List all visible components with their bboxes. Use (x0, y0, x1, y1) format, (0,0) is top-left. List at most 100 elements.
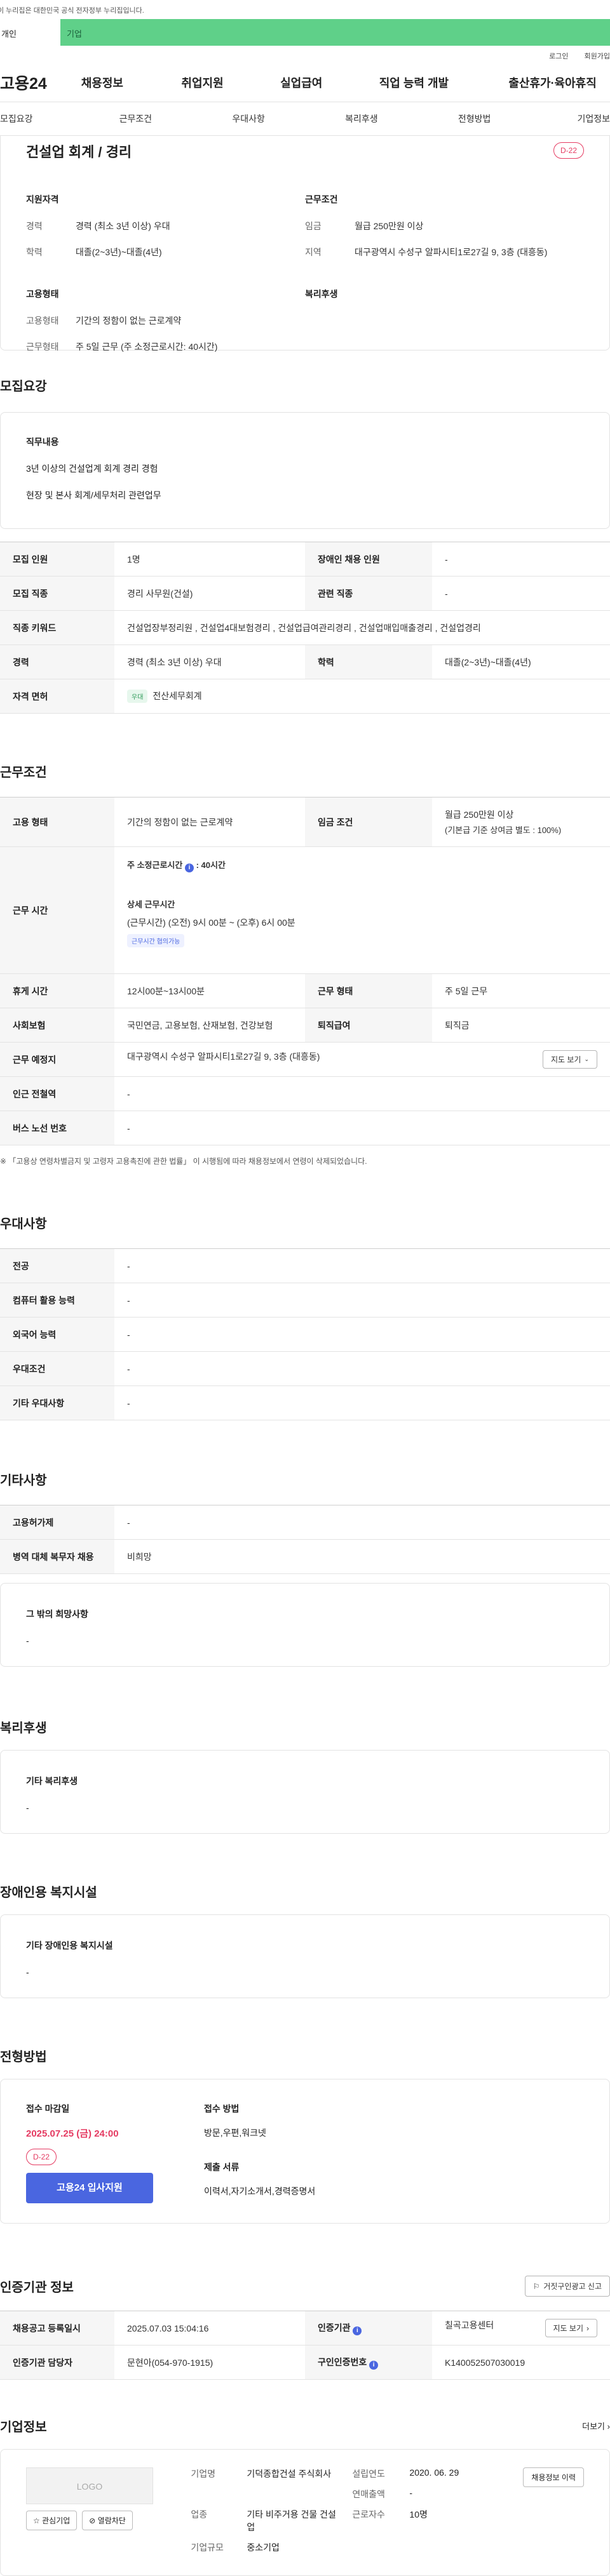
weekly-hours-value: : 40시간 (196, 860, 226, 870)
gnb-menu-jobs[interactable]: 채용정보 (81, 74, 182, 91)
table-row: 모집 인원 1명 장애인 채용 인원 - (0, 542, 610, 577)
license-label: 자격 면허 (0, 679, 114, 714)
employees-label: 근로자수 (352, 2509, 385, 2519)
area-label: 지역 (305, 247, 322, 257)
company-logo: LOGO (26, 2467, 153, 2504)
chevron-right-icon: › (586, 2323, 589, 2333)
favorite-company-button[interactable]: ☆ 관심기업 (26, 2511, 78, 2530)
wage-condition-cell: 월급 250만원 이상 (기본급 기준 상여금 별도 : 100%) (432, 797, 610, 847)
tab-person[interactable]: 개인 (0, 19, 60, 46)
employment-type-value: 기간의 정함이 없는 근로계약 (76, 316, 182, 326)
apply-button[interactable]: 고용24 입사지원 (26, 2173, 153, 2203)
detail-hours-value: (근무시간) (오전) 9시 00분 ~ (오후) 6시 00분 (127, 918, 295, 928)
employees-value: 10명 (409, 2509, 428, 2519)
break-time-value: 12시00분~13시00분 (114, 973, 305, 1008)
gnb-menu-employment-support[interactable]: 취업지원 (181, 74, 280, 91)
info-icon[interactable]: i (369, 2360, 379, 2370)
table-row: 경력 경력 (최소 3년 이상) 우대 학력 대졸(2~3년)~대졸(4년) (0, 644, 610, 679)
tab-preference[interactable]: 우대사항 (192, 112, 305, 125)
job-description-line2: 현장 및 본사 회계/세무처리 관련업무 (26, 490, 161, 500)
industry-value: 기타 비주거용 건물 건설업 (247, 2509, 336, 2532)
tab-recruit[interactable]: 모집요강 (0, 112, 79, 125)
report-icon: ⚐ (532, 2281, 540, 2291)
bus-value: - (114, 1111, 610, 1145)
keywords-label: 직종 키워드 (0, 610, 114, 645)
cert-table: 채용공고 등록일시 2025.07.03 15:04:16 인증기관 i 칠곡고… (0, 2311, 610, 2380)
tab-process[interactable]: 전형방법 (418, 112, 531, 125)
table-row: 근무 시간 주 소정근로시간 i : 40시간 상세 근무시간 (근무시간) (… (0, 846, 610, 974)
table-row: 사회보험 국민연금, 고용보험, 산재보험, 건강보험 퇴직급여 퇴직금 (0, 1008, 610, 1043)
method-value: 방문,우편,워크넷 (204, 2128, 266, 2138)
recruit-count-label: 모집 인원 (0, 542, 114, 577)
table-row: 인증기관 담당자 문현아(054-970-1915) 구인인증번호 i K140… (0, 2345, 610, 2380)
cert-org-cell: 칠곡고용센터 지도 보기 › (432, 2311, 610, 2346)
utility-links: 로그인 회원가입 (0, 46, 610, 63)
subway-label: 인근 전철역 (0, 1076, 114, 1111)
process-card: 접수 마감일 2025.07.25 (금) 24:00 D-22 고용24 입사… (0, 2079, 610, 2224)
career-label: 경력 (26, 221, 43, 231)
table-row: 모집 직종 경리 사무원(건설) 관련 직종 - (0, 576, 610, 611)
info-icon[interactable]: i (184, 864, 194, 872)
employment-type-heading: 고용형태 (26, 289, 59, 299)
work-permit-label: 고용허가제 (0, 1505, 114, 1540)
related-job-label: 관련 직종 (305, 576, 432, 611)
language-label: 외국어 능력 (0, 1317, 114, 1352)
other-preference-value: - (114, 1385, 610, 1420)
company-size-value: 중소기업 (247, 2542, 280, 2553)
report-fake-ad-button[interactable]: ⚐ 거짓구인광고 신고 (524, 2276, 610, 2297)
career-row-label: 경력 (0, 644, 114, 679)
deadline-value: 2025.07.25 (금) 24:00 (26, 2128, 119, 2139)
other-preference-label: 기타 우대사항 (0, 1385, 114, 1420)
global-nav: 고용24 채용정보 취업지원 실업급여 직업 능력 개발 출산휴가·육아휴직 (0, 63, 610, 102)
disabled-facility-label: 기타 장애인용 복지시설 (26, 1940, 113, 1951)
etc-table: 고용허가제 - 병역 대체 복무자 채용 비희망 (0, 1505, 610, 1574)
gov-notice: 이 누리집은 대한민국 공식 전자정부 누리집입니다. (0, 0, 610, 19)
staff-value: 문현아(054-970-1915) (114, 2345, 305, 2380)
table-row: 전공 - (0, 1248, 610, 1283)
education-value: 대졸(2~3년)~대졸(4년) (76, 247, 162, 257)
recruit-count-value: 1명 (114, 542, 305, 577)
job-description-label: 직무내용 (26, 437, 59, 447)
insurance-value: 국민연금, 고용보험, 산재보험, 건강보험 (114, 1008, 305, 1043)
tab-work-conditions[interactable]: 근무조건 (79, 112, 192, 125)
cert-org-label: 인증기관 (318, 2322, 351, 2333)
join-link[interactable]: 회원가입 (585, 53, 610, 60)
tab-company[interactable]: 기업정보 (531, 112, 610, 125)
table-row: 병역 대체 복무자 채용 비희망 (0, 1539, 610, 1574)
section-tabs: 모집요강 근무조건 우대사항 복리후생 전형방법 기업정보 (0, 102, 610, 136)
info-icon[interactable]: i (353, 2326, 362, 2335)
gnb-menu-unemployment[interactable]: 실업급여 (280, 74, 379, 91)
wage-value: 월급 250만원 이상 (355, 221, 424, 231)
disabled-facility-value: - (26, 1967, 29, 1977)
work-form-row-value: 주 5일 근무 (432, 973, 610, 1008)
keywords-value: 건설업장부정리원 , 건설업4대보험경리 , 건설업급여관리경리 , 건설업매입… (114, 610, 610, 645)
tab-welfare[interactable]: 복리후생 (305, 112, 418, 125)
industry-label: 업종 (191, 2509, 208, 2519)
block-company-button[interactable]: ⊘ 열람차단 (82, 2511, 133, 2530)
table-row: 휴게 시간 12시00분~13시00분 근무 형태 주 5일 근무 (0, 973, 610, 1008)
map-button[interactable]: 지도 보기 ⌄ (542, 1050, 597, 1069)
job-title: 건설업 회계 / 경리 (26, 144, 132, 160)
job-summary-card: 건설업 회계 / 경리 D-22 지원자격 경력 경력 (최소 3년 이상) 우대… (0, 136, 610, 352)
founded-label: 설립연도 (352, 2469, 385, 2479)
cert-map-button[interactable]: 지도 보기 › (545, 2319, 597, 2337)
site-logo[interactable]: 고용24 (0, 71, 81, 94)
process-section-title: 전형방법 (0, 2050, 47, 2064)
retirement-label: 퇴직급여 (305, 1008, 432, 1043)
table-row: 인근 전철역 - (0, 1076, 610, 1111)
related-job-value: - (432, 576, 610, 611)
gnb-menu-training[interactable]: 직업 능력 개발 (379, 74, 509, 91)
company-more-link[interactable]: 더보기 › (582, 2420, 610, 2432)
table-row: 근무 예정지 대구광역시 수성구 알파시티1로27길 9, 3층 (대흥동) 지도… (0, 1042, 610, 1077)
favorite-company-label: 관심기업 (42, 2516, 71, 2525)
job-history-button[interactable]: 채용정보 이력 (523, 2467, 584, 2487)
tab-corp[interactable]: 기업 (60, 19, 610, 46)
table-row: 직종 키워드 건설업장부정리원 , 건설업4대보험경리 , 건설업급여관리경리 … (0, 610, 610, 645)
area-value: 대구광역시 수성구 알파시티1로27길 9, 3층 (대흥동) (355, 247, 548, 257)
star-icon: ☆ (33, 2516, 40, 2525)
login-link[interactable]: 로그인 (549, 53, 568, 60)
military-label: 병역 대체 복무자 채용 (0, 1539, 114, 1574)
member-type-tabs: 개인 기업 (0, 19, 610, 46)
gnb-menu-parental[interactable]: 출산휴가·육아휴직 (508, 74, 610, 91)
table-row: 기타 우대사항 - (0, 1385, 610, 1420)
